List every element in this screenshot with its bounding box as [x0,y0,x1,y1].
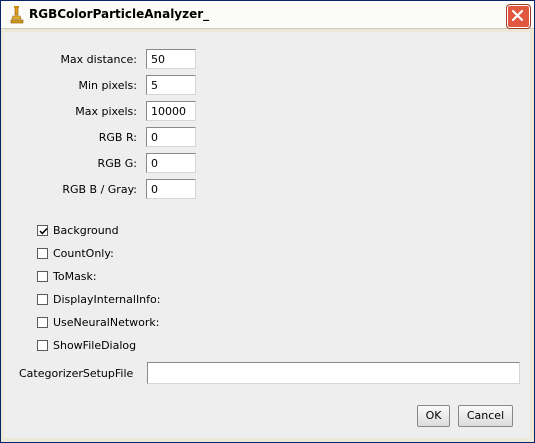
rgb-g-input[interactable] [146,153,196,173]
rgb-r-label: RGB R: [98,131,137,144]
use-neural-network-checkbox[interactable] [37,317,48,328]
categorizer-setup-file-label: CategorizerSetupFile [19,367,134,380]
close-icon [511,9,524,22]
ok-button[interactable]: OK [417,405,450,427]
window-title: RGBColorParticleAnalyzer_ [29,7,210,21]
max-pixels-input[interactable] [146,101,196,121]
rgb-g-label: RGB G: [97,157,137,170]
countonly-label: CountOnly: [53,247,114,260]
show-file-dialog-checkbox[interactable] [37,340,48,351]
dialog-window: RGBColorParticleAnalyzer_ Max distance: … [0,0,535,443]
background-checkbox[interactable] [37,225,48,236]
rgb-r-input[interactable] [146,127,196,147]
show-file-dialog-label: ShowFileDialog [53,339,137,352]
use-neural-network-label: UseNeuralNetwork: [53,316,160,329]
title-bar[interactable]: RGBColorParticleAnalyzer_ [1,1,534,29]
close-button[interactable] [507,5,530,28]
max-distance-input[interactable] [146,49,196,69]
max-pixels-label: Max pixels: [75,105,137,118]
max-distance-label: Max distance: [60,53,137,66]
categorizer-setup-file-input[interactable] [147,362,520,384]
microscope-icon [10,6,24,24]
display-internal-info-label: DisplayInternalInfo: [53,293,161,306]
tomask-label: ToMask: [53,270,97,283]
background-label: Background [53,224,119,237]
min-pixels-input[interactable] [146,75,196,95]
countonly-checkbox[interactable] [37,248,48,259]
rgb-b-gray-input[interactable] [146,179,196,199]
min-pixels-label: Min pixels: [78,79,138,92]
checkmark-icon [39,227,48,235]
tomask-checkbox[interactable] [37,271,48,282]
dialog-content: Max distance: Min pixels: Max pixels: RG… [4,32,530,438]
display-internal-info-checkbox[interactable] [37,294,48,305]
rgb-b-gray-label: RGB B / Gray: [62,183,137,196]
cancel-button[interactable]: Cancel [458,405,513,427]
